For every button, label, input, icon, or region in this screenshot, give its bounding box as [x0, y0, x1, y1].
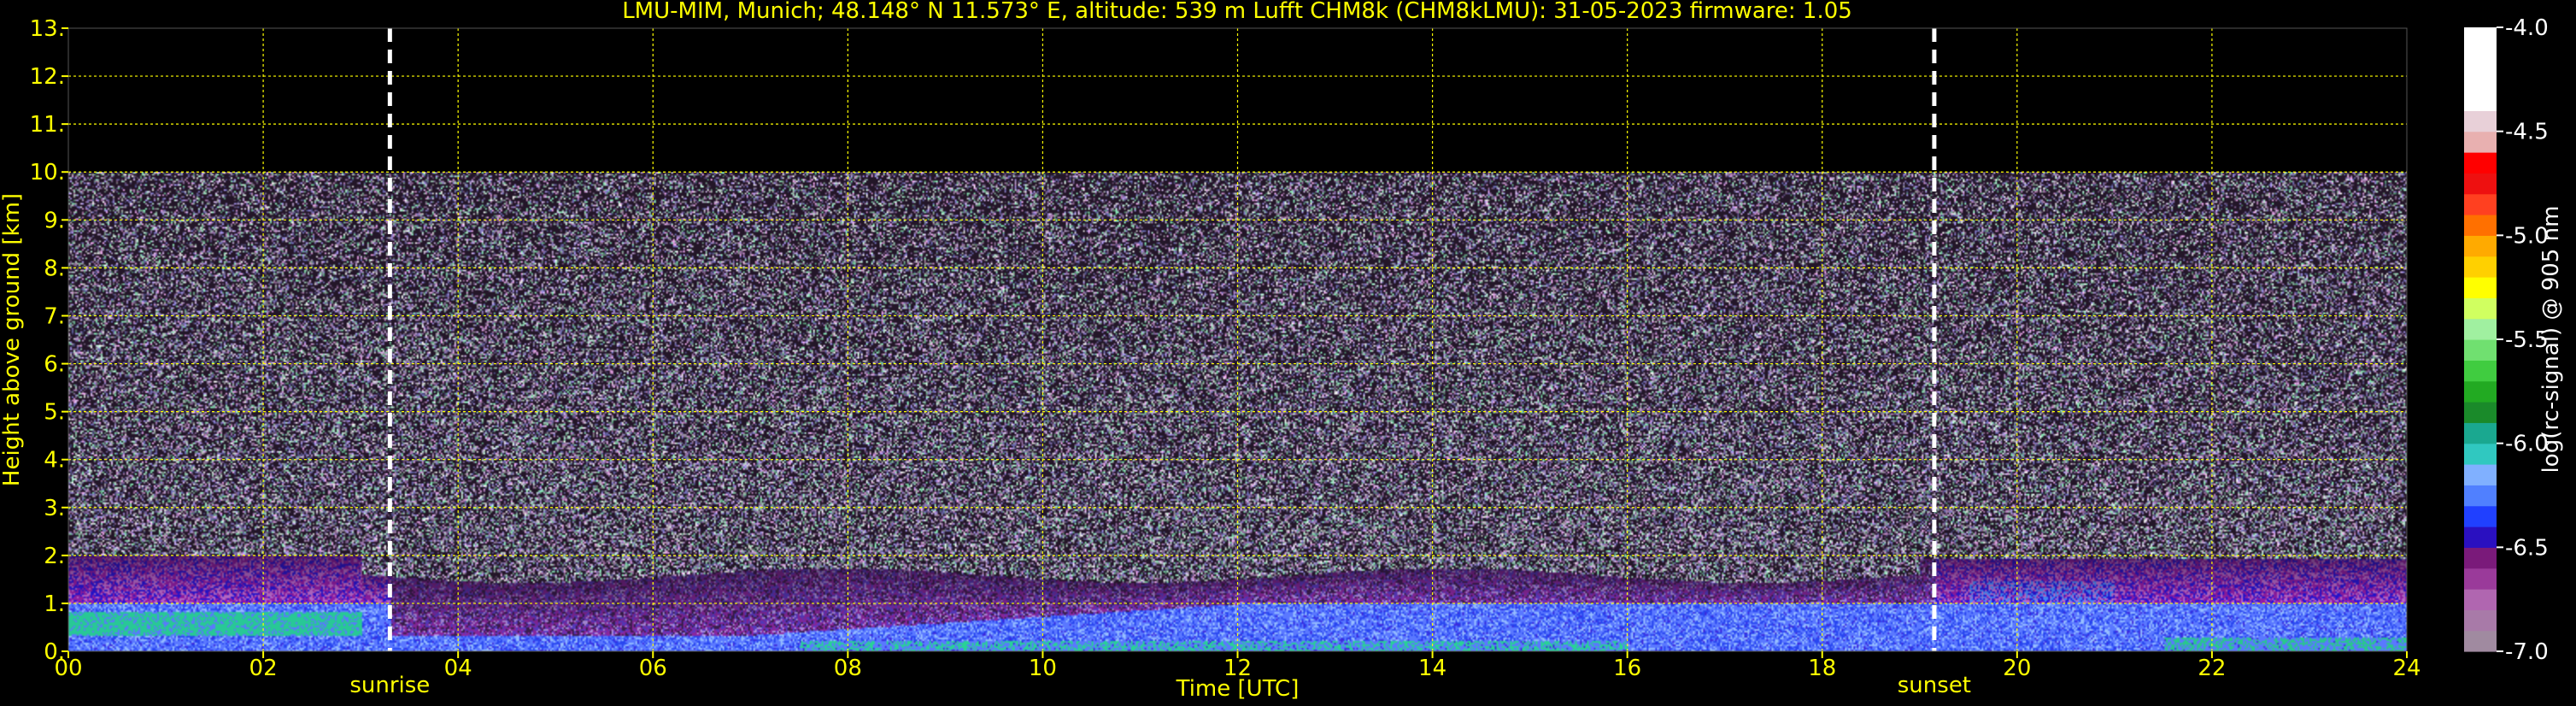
colorbar-segment	[2464, 630, 2497, 652]
y-tick-label: 11.	[30, 112, 65, 138]
y-tick-label: 3.	[44, 496, 65, 521]
colorbar-segment	[2464, 215, 2497, 236]
colorbar-tick-label: -6.5	[2505, 535, 2549, 561]
x-axis-label: Time [UTC]	[1176, 676, 1300, 702]
x-tick-label: 16	[1613, 656, 1641, 681]
y-tick-label: 6.	[44, 352, 65, 378]
colorbar-segment	[2464, 485, 2497, 507]
colorbar-segment	[2464, 256, 2497, 278]
x-tick-label: 08	[834, 656, 862, 681]
y-tick-label: 9.	[44, 208, 65, 233]
x-tick-label: 18	[1808, 656, 1836, 681]
colorbar-segment	[2464, 48, 2497, 70]
y-tick-label: 4.	[44, 448, 65, 474]
colorbar-segment	[2464, 277, 2497, 298]
colorbar-segment	[2464, 339, 2497, 361]
colorbar-segment	[2464, 235, 2497, 257]
ceilometer-chart: LMU-MIM, Munich; 48.148° N 11.573° E, al…	[0, 0, 2576, 706]
colorbar-segment	[2464, 589, 2497, 610]
x-tick-label: 04	[444, 656, 472, 681]
colorbar-segment	[2464, 110, 2497, 132]
y-tick-label: 2.	[44, 544, 65, 569]
colorbar-segment	[2464, 527, 2497, 548]
y-tick-label: 12.	[30, 64, 65, 90]
chart-title: LMU-MIM, Munich; 48.148° N 11.573° E, al…	[622, 0, 1852, 24]
x-tick-label: 24	[2392, 656, 2421, 681]
colorbar-tick-label: -4.5	[2505, 120, 2549, 145]
x-tick-label: 20	[2003, 656, 2031, 681]
colorbar-label: log(rc-signal) @ 905 nm	[2538, 206, 2564, 474]
colorbar-segment	[2464, 505, 2497, 527]
colorbar-segment	[2464, 297, 2497, 320]
colorbar-segment	[2464, 568, 2497, 590]
x-tick-label: 06	[639, 656, 667, 681]
y-tick-label: 1.	[44, 591, 65, 617]
y-tick-label: 7.	[44, 303, 65, 329]
colorbar-segment	[2464, 609, 2497, 632]
colorbar-segment	[2464, 173, 2497, 195]
colorbar-segment	[2464, 152, 2497, 174]
colorbar-segment	[2464, 547, 2497, 569]
colorbar-segment	[2464, 193, 2497, 215]
y-tick-label: 0.	[44, 639, 65, 665]
x-tick-label: 02	[249, 656, 278, 681]
colorbar-segment	[2464, 318, 2497, 340]
y-tick-label: 8.	[44, 256, 65, 281]
colorbar-tick-label: -4.0	[2505, 15, 2549, 41]
plot-area	[67, 27, 2408, 652]
colorbar-segment	[2464, 422, 2497, 444]
colorbar-segment	[2464, 131, 2497, 153]
colorbar-segment	[2464, 90, 2497, 111]
colorbar-segment	[2464, 68, 2497, 91]
colorbar-segment	[2464, 27, 2497, 49]
colorbar-segment	[2464, 402, 2497, 423]
colorbar-segment	[2464, 464, 2497, 485]
x-tick-label: 14	[1418, 656, 1446, 681]
colorbar-segment	[2464, 360, 2497, 382]
sunset-label: sunset	[1898, 673, 1971, 698]
y-tick-label: 13.	[30, 16, 65, 42]
y-tick-label: 5.	[44, 400, 65, 426]
x-tick-label: 10	[1029, 656, 1057, 681]
sunrise-label: sunrise	[349, 673, 430, 698]
colorbar-segment	[2464, 380, 2497, 403]
colorbar-segment	[2464, 443, 2497, 465]
x-tick-label: 22	[2198, 656, 2226, 681]
colorbar-tick-label: -7.0	[2505, 639, 2549, 665]
y-tick-label: 10.	[30, 160, 65, 185]
y-axis-label: Height above ground [km]	[0, 193, 25, 486]
